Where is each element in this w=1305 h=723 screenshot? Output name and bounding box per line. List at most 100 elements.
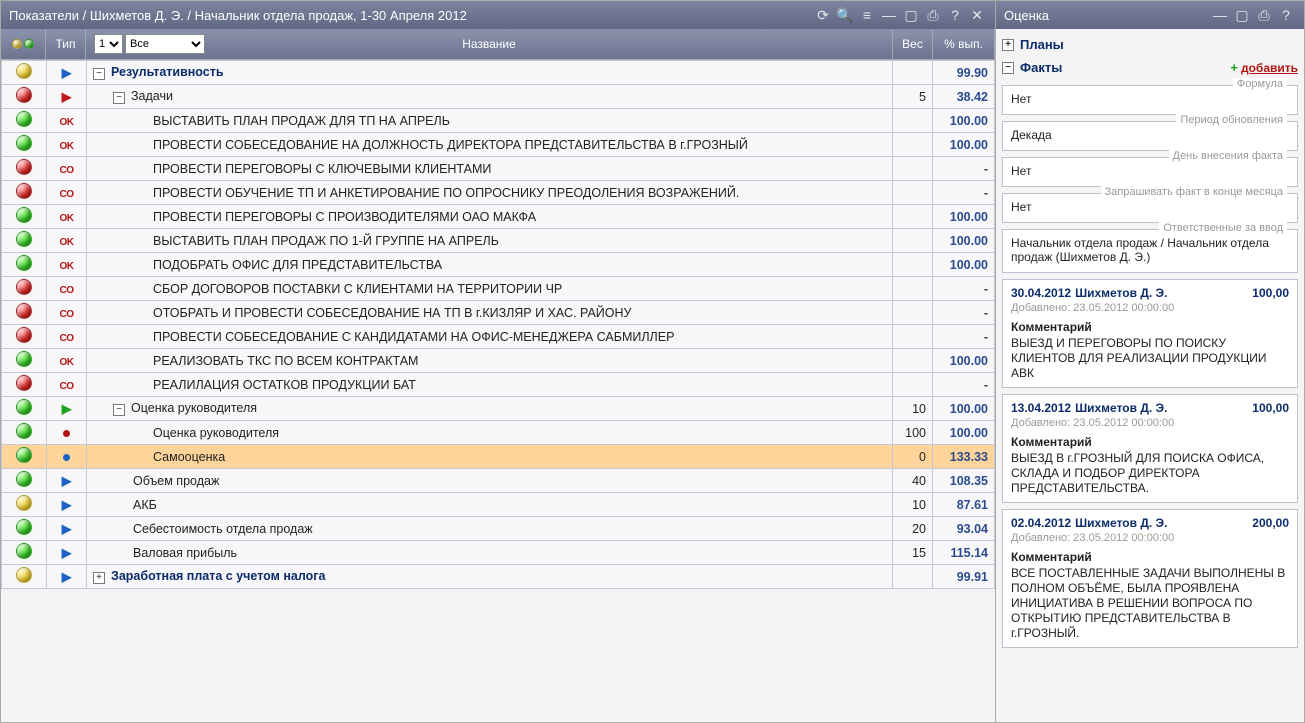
row-name[interactable]: АКБ (87, 493, 893, 517)
collapse-icon[interactable]: − (93, 68, 105, 80)
table-row[interactable]: Самооценка0133.33 (2, 445, 995, 469)
row-weight (893, 565, 933, 589)
print-icon[interactable]: ⎙ (923, 5, 943, 25)
facts-expander[interactable]: − (1002, 62, 1014, 74)
table-row[interactable]: OKПОДОБРАТЬ ОФИС ДЛЯ ПРЕДСТАВИТЕЛЬСТВА10… (2, 253, 995, 277)
maximize-icon[interactable]: ▢ (1232, 5, 1252, 25)
level-select[interactable]: 1 (94, 34, 123, 54)
row-name[interactable]: Валовая прибыль (87, 541, 893, 565)
table-row[interactable]: ▶−Задачи538.42 (2, 85, 995, 109)
table-row[interactable]: ▶Валовая прибыль15115.14 (2, 541, 995, 565)
eom-legend: Запрашивать факт в конце месяца (1101, 186, 1287, 198)
entry-date: 30.04.2012 (1011, 286, 1071, 300)
table-row[interactable]: ▶−Оценка руководителя10100.00 (2, 397, 995, 421)
plans-expander[interactable]: + (1002, 39, 1014, 51)
print-icon[interactable]: ⎙ (1254, 5, 1274, 25)
row-name[interactable]: ВЫСТАВИТЬ ПЛАН ПРОДАЖ ДЛЯ ТП НА АПРЕЛЬ (87, 109, 893, 133)
col-pct[interactable]: % вып. (933, 29, 995, 59)
row-name[interactable]: −Результативность (87, 61, 893, 85)
row-pct: 108.35 (933, 469, 995, 493)
table-row[interactable]: ▶−Результативность99.90 (2, 61, 995, 85)
table-row[interactable]: COПРОВЕСТИ ПЕРЕГОВОРЫ С КЛЮЧЕВЫМИ КЛИЕНТ… (2, 157, 995, 181)
collapse-icon[interactable]: − (113, 92, 125, 104)
entry-date: 13.04.2012 (1011, 401, 1071, 415)
row-name[interactable]: Себестоимость отдела продаж (87, 517, 893, 541)
table-row[interactable]: ▶Себестоимость отдела продаж2093.04 (2, 517, 995, 541)
table-row[interactable]: COОТОБРАТЬ И ПРОВЕСТИ СОБЕСЕДОВАНИЕ НА Т… (2, 301, 995, 325)
row-pct: 115.14 (933, 541, 995, 565)
row-name[interactable]: ПРОВЕСТИ ПЕРЕГОВОРЫ С КЛЮЧЕВЫМИ КЛИЕНТАМ… (87, 157, 893, 181)
help-icon[interactable]: ? (1276, 5, 1296, 25)
row-name[interactable]: −Оценка руководителя (87, 397, 893, 421)
type-icon: CO (47, 157, 87, 181)
row-name[interactable]: ПРОВЕСТИ СОБЕСЕДОВАНИЕ С КАНДИДАТАМИ НА … (87, 325, 893, 349)
row-name[interactable]: СБОР ДОГОВОРОВ ПОСТАВКИ С КЛИЕНТАМИ НА Т… (87, 277, 893, 301)
add-link[interactable]: добавить (1241, 61, 1298, 75)
row-name[interactable]: РЕАЛИЗОВАТЬ ТКС ПО ВСЕМ КОНТРАКТАМ (87, 349, 893, 373)
table-row[interactable]: ▶+Заработная плата с учетом налога99.91 (2, 565, 995, 589)
minimize-icon[interactable]: — (1210, 5, 1230, 25)
refresh-icon[interactable]: ⟳ (813, 5, 833, 25)
status-dot (2, 541, 47, 565)
responsible-field: Ответственные за ввод Начальник отдела п… (1002, 229, 1298, 273)
row-name[interactable]: Самооценка (87, 445, 893, 469)
type-icon: OK (47, 109, 87, 133)
fact-entry[interactable]: 13.04.2012Шихметов Д. Э.100,00Добавлено:… (1002, 394, 1298, 503)
table-row[interactable]: ▶АКБ1087.61 (2, 493, 995, 517)
table-row[interactable]: OKПРОВЕСТИ СОБЕСЕДОВАНИЕ НА ДОЛЖНОСТЬ ДИ… (2, 133, 995, 157)
row-weight (893, 157, 933, 181)
row-weight (893, 133, 933, 157)
status-dot (2, 517, 47, 541)
minimize-icon[interactable]: — (879, 5, 899, 25)
table-row[interactable]: COРЕАЛИЛАЦИЯ ОСТАТКОВ ПРОДУКЦИИ БАТ- (2, 373, 995, 397)
row-name[interactable]: −Задачи (87, 85, 893, 109)
table-row[interactable]: OKПРОВЕСТИ ПЕРЕГОВОРЫ С ПРОИЗВОДИТЕЛЯМИ … (2, 205, 995, 229)
row-weight (893, 253, 933, 277)
col-type[interactable]: Тип (46, 29, 86, 59)
row-name[interactable]: ПРОВЕСТИ СОБЕСЕДОВАНИЕ НА ДОЛЖНОСТЬ ДИРЕ… (87, 133, 893, 157)
grid-body[interactable]: ▶−Результативность99.90▶−Задачи538.42OKВ… (1, 59, 995, 722)
add-icon: + (1230, 60, 1238, 75)
filter-select[interactable]: Все (125, 34, 205, 54)
row-weight: 100 (893, 421, 933, 445)
status-dot (2, 373, 47, 397)
type-icon: CO (47, 325, 87, 349)
table-row[interactable]: COСБОР ДОГОВОРОВ ПОСТАВКИ С КЛИЕНТАМИ НА… (2, 277, 995, 301)
table-row[interactable]: OKВЫСТАВИТЬ ПЛАН ПРОДАЖ ДЛЯ ТП НА АПРЕЛЬ… (2, 109, 995, 133)
left-title: Показатели / Шихметов Д. Э. / Начальник … (9, 8, 811, 23)
row-name[interactable]: Объем продаж (87, 469, 893, 493)
table-row[interactable]: OKРЕАЛИЗОВАТЬ ТКС ПО ВСЕМ КОНТРАКТАМ100.… (2, 349, 995, 373)
fact-entry[interactable]: 02.04.2012Шихметов Д. Э.200,00Добавлено:… (1002, 509, 1298, 648)
table-row[interactable]: COПРОВЕСТИ СОБЕСЕДОВАНИЕ С КАНДИДАТАМИ Н… (2, 325, 995, 349)
status-dot (2, 349, 47, 373)
collapse-icon[interactable]: − (113, 404, 125, 416)
row-name[interactable]: ПОДОБРАТЬ ОФИС ДЛЯ ПРЕДСТАВИТЕЛЬСТВА (87, 253, 893, 277)
row-pct: 87.61 (933, 493, 995, 517)
col-weight[interactable]: Вес (893, 29, 933, 59)
row-name[interactable]: ПРОВЕСТИ ПЕРЕГОВОРЫ С ПРОИЗВОДИТЕЛЯМИ ОА… (87, 205, 893, 229)
comment-text: ВЫЕЗД И ПЕРЕГОВОРЫ ПО ПОИСКУ КЛИЕНТОВ ДЛ… (1011, 336, 1289, 381)
row-name[interactable]: ПРОВЕСТИ ОБУЧЕНИЕ ТП И АНКЕТИРОВАНИЕ ПО … (87, 181, 893, 205)
indicators-pane: Показатели / Шихметов Д. Э. / Начальник … (0, 0, 996, 723)
plans-section[interactable]: + Планы (1002, 33, 1298, 56)
plans-label: Планы (1020, 37, 1064, 52)
row-name[interactable]: ВЫСТАВИТЬ ПЛАН ПРОДАЖ ПО 1-Й ГРУППЕ НА А… (87, 229, 893, 253)
table-row[interactable]: OKВЫСТАВИТЬ ПЛАН ПРОДАЖ ПО 1-Й ГРУППЕ НА… (2, 229, 995, 253)
row-name[interactable]: ОТОБРАТЬ И ПРОВЕСТИ СОБЕСЕДОВАНИЕ НА ТП … (87, 301, 893, 325)
search-icon[interactable]: 🔍 (835, 5, 855, 25)
list-icon[interactable]: ≡ (857, 5, 877, 25)
table-row[interactable]: ▶Объем продаж40108.35 (2, 469, 995, 493)
facts-section[interactable]: − Факты + добавить (1002, 56, 1298, 79)
row-pct: - (933, 325, 995, 349)
table-row[interactable]: Оценка руководителя100100.00 (2, 421, 995, 445)
help-icon[interactable]: ? (945, 5, 965, 25)
expand-icon[interactable]: + (93, 572, 105, 584)
row-pct: 99.91 (933, 565, 995, 589)
row-name[interactable]: Оценка руководителя (87, 421, 893, 445)
close-icon[interactable]: ✕ (967, 5, 987, 25)
table-row[interactable]: COПРОВЕСТИ ОБУЧЕНИЕ ТП И АНКЕТИРОВАНИЕ П… (2, 181, 995, 205)
maximize-icon[interactable]: ▢ (901, 5, 921, 25)
row-name[interactable]: +Заработная плата с учетом налога (87, 565, 893, 589)
fact-entry[interactable]: 30.04.2012Шихметов Д. Э.100,00Добавлено:… (1002, 279, 1298, 388)
row-name[interactable]: РЕАЛИЛАЦИЯ ОСТАТКОВ ПРОДУКЦИИ БАТ (87, 373, 893, 397)
